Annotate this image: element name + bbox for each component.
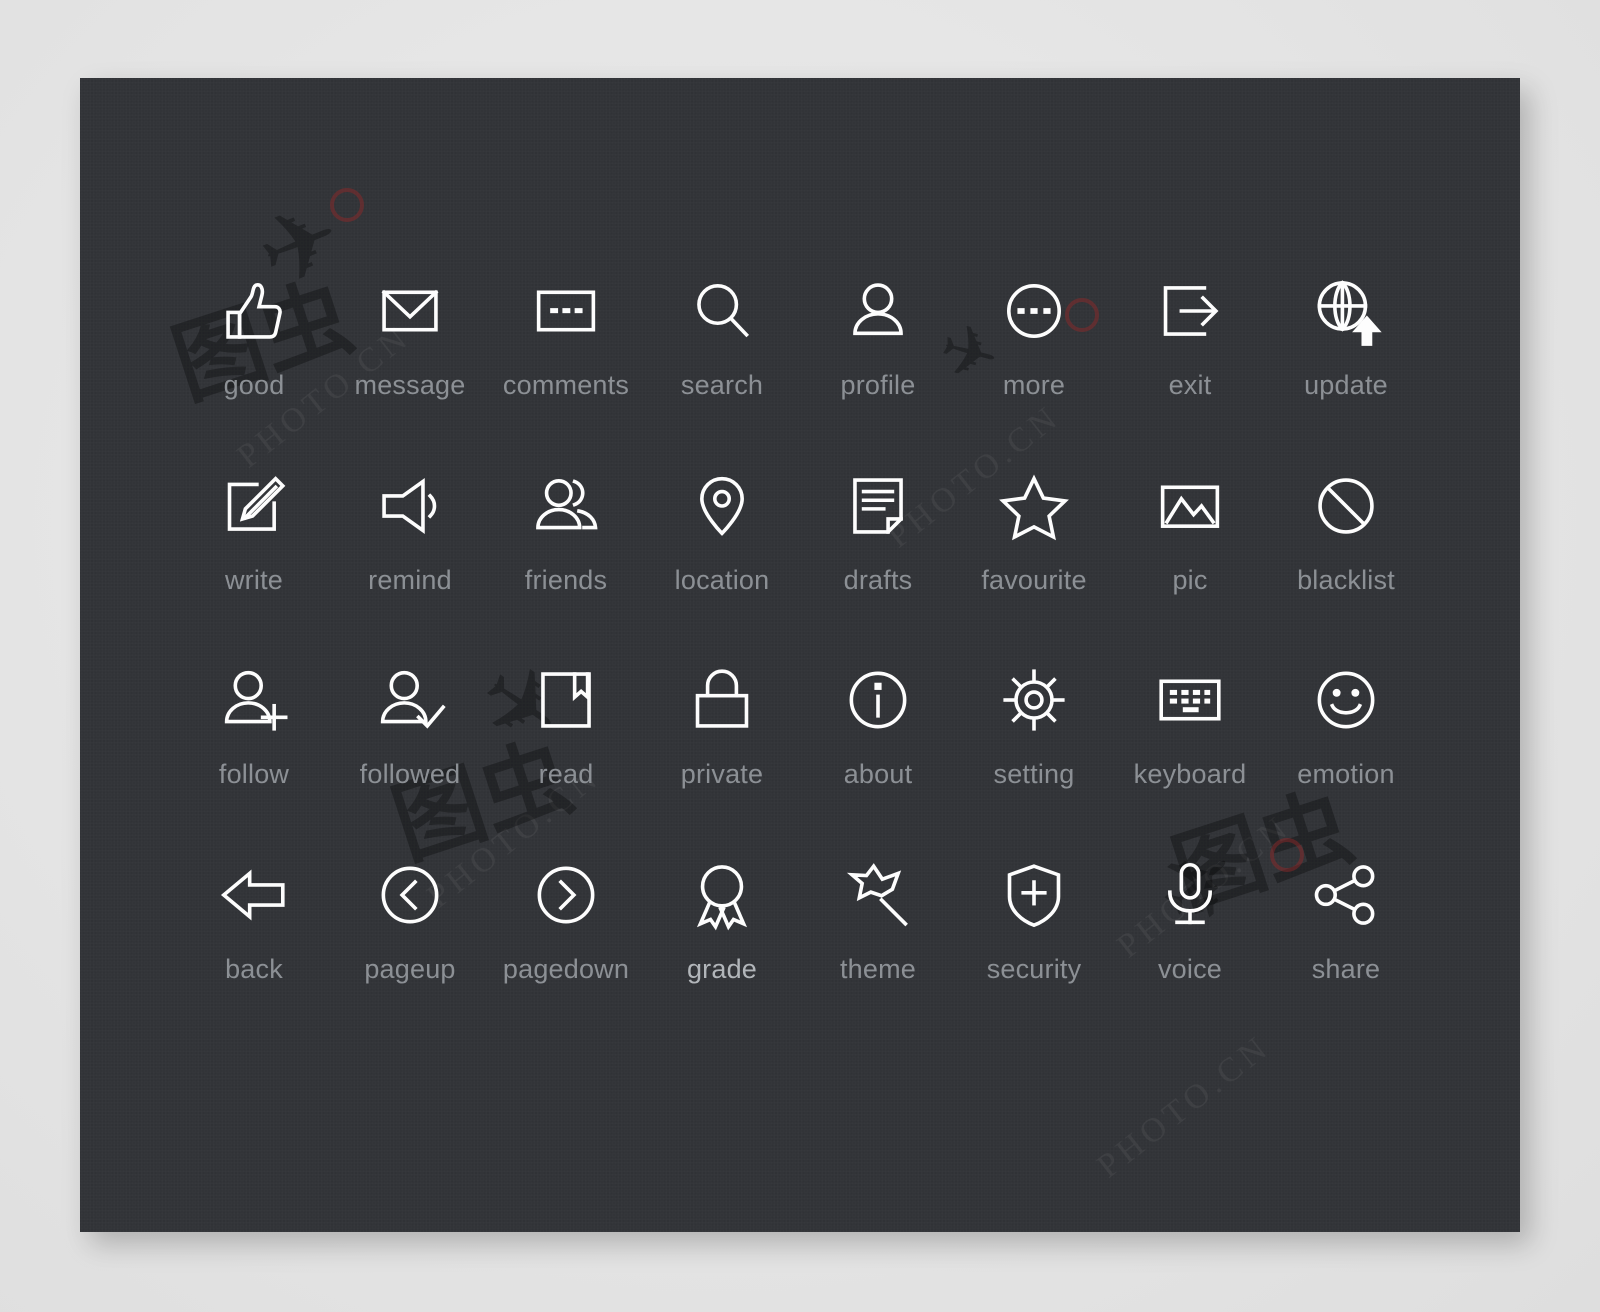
icon-cell-profile[interactable]: profile	[800, 274, 956, 469]
icon-cell-search[interactable]: search	[644, 274, 800, 469]
info-circle-icon[interactable]	[841, 663, 915, 737]
icon-label: good	[223, 370, 285, 400]
icon-label: pic	[1172, 564, 1208, 595]
icon-grid: good message comments search profile mor…	[80, 78, 1520, 1232]
icon-label: remind	[368, 564, 452, 595]
icon-cell-comments[interactable]: comments	[488, 274, 644, 469]
icon-cell-keyboard[interactable]: keyboard	[1112, 663, 1268, 858]
share-nodes-icon[interactable]	[1309, 858, 1383, 932]
lock-icon[interactable]	[685, 663, 759, 737]
chevron-left-circle-icon[interactable]	[373, 858, 447, 932]
award-ribbon-icon[interactable]	[685, 858, 759, 932]
icon-label: pagedown	[502, 953, 630, 984]
icon-cell-remind[interactable]: remind	[332, 469, 488, 664]
thumbs-up-icon[interactable]	[217, 274, 291, 348]
no-entry-icon[interactable]	[1309, 469, 1383, 543]
icon-cell-pagedown[interactable]: pagedown	[488, 858, 644, 1053]
keyboard-icon[interactable]	[1153, 663, 1227, 737]
icon-label: private	[680, 759, 764, 789]
icon-label: security	[986, 953, 1082, 984]
icon-label: comments	[502, 370, 630, 400]
user-icon[interactable]	[841, 274, 915, 348]
icon-label: drafts	[843, 564, 913, 595]
microphone-icon[interactable]	[1153, 858, 1227, 932]
smiley-icon[interactable]	[1309, 663, 1383, 737]
document-lines-icon[interactable]	[841, 469, 915, 543]
gear-icon[interactable]	[997, 663, 1071, 737]
icon-set-panel: PHOTO.CN PHOTO.CN PHOTO.CN PHOTO.CN PHOT…	[80, 78, 1520, 1232]
image-icon[interactable]	[1153, 469, 1227, 543]
icon-label: read	[538, 759, 594, 789]
icon-label: message	[354, 370, 466, 400]
shield-plus-icon[interactable]	[997, 858, 1071, 932]
icon-cell-good[interactable]: good	[176, 274, 332, 469]
icon-cell-drafts[interactable]: drafts	[800, 469, 956, 664]
icon-cell-security[interactable]: security	[956, 858, 1112, 1053]
back-arrow-icon[interactable]	[217, 858, 291, 932]
icon-cell-location[interactable]: location	[644, 469, 800, 664]
icon-label: pageup	[364, 953, 456, 984]
user-plus-icon[interactable]	[217, 663, 291, 737]
icon-label: share	[1311, 953, 1381, 984]
icon-cell-pageup[interactable]: pageup	[332, 858, 488, 1053]
icon-label: back	[225, 953, 283, 984]
icon-label: write	[224, 564, 283, 595]
icon-cell-more[interactable]: more	[956, 274, 1112, 469]
icon-label: voice	[1157, 953, 1223, 984]
icon-label: grade	[686, 953, 758, 984]
icon-cell-grade[interactable]: grade	[644, 858, 800, 1053]
icon-label: profile	[840, 370, 916, 400]
chevron-right-circle-icon[interactable]	[529, 858, 603, 932]
comment-box-icon[interactable]	[529, 274, 603, 348]
icon-cell-follow[interactable]: follow	[176, 663, 332, 858]
icon-cell-voice[interactable]: voice	[1112, 858, 1268, 1053]
icon-cell-followed[interactable]: followed	[332, 663, 488, 858]
icon-label: update	[1304, 370, 1388, 400]
icon-cell-update[interactable]: update	[1268, 274, 1424, 469]
magnifier-icon[interactable]	[685, 274, 759, 348]
icon-label: blacklist	[1297, 564, 1395, 595]
icon-cell-private[interactable]: private	[644, 663, 800, 858]
icon-label: location	[674, 564, 770, 595]
speaker-icon[interactable]	[373, 469, 447, 543]
icon-label: about	[843, 759, 913, 789]
icon-label: setting	[993, 759, 1075, 789]
book-bookmark-icon[interactable]	[529, 663, 603, 737]
icon-cell-exit[interactable]: exit	[1112, 274, 1268, 469]
icon-cell-setting[interactable]: setting	[956, 663, 1112, 858]
icon-cell-emotion[interactable]: emotion	[1268, 663, 1424, 858]
exit-arrow-icon[interactable]	[1153, 274, 1227, 348]
icon-label: theme	[839, 953, 917, 984]
icon-cell-blacklist[interactable]: blacklist	[1268, 469, 1424, 664]
icon-cell-theme[interactable]: theme	[800, 858, 956, 1053]
icon-label: exit	[1168, 370, 1212, 400]
icon-label: emotion	[1297, 759, 1395, 789]
ellipsis-circle-icon[interactable]	[997, 274, 1071, 348]
pencil-square-icon[interactable]	[217, 469, 291, 543]
icon-label: favourite	[981, 564, 1087, 595]
icon-cell-pic[interactable]: pic	[1112, 469, 1268, 664]
icon-cell-read[interactable]: read	[488, 663, 644, 858]
icon-cell-share[interactable]: share	[1268, 858, 1424, 1053]
icon-cell-favourite[interactable]: favourite	[956, 469, 1112, 664]
user-check-icon[interactable]	[373, 663, 447, 737]
star-icon[interactable]	[997, 469, 1071, 543]
icon-cell-friends[interactable]: friends	[488, 469, 644, 664]
magic-wand-star-icon[interactable]	[841, 858, 915, 932]
icon-label: follow	[218, 759, 290, 789]
icon-cell-about[interactable]: about	[800, 663, 956, 858]
icon-label: followed	[359, 759, 461, 789]
icon-label: keyboard	[1133, 759, 1247, 789]
globe-upload-icon[interactable]	[1309, 274, 1383, 348]
map-pin-icon[interactable]	[685, 469, 759, 543]
icon-label: search	[680, 370, 764, 400]
users-icon[interactable]	[529, 469, 603, 543]
icon-cell-message[interactable]: message	[332, 274, 488, 469]
envelope-icon[interactable]	[373, 274, 447, 348]
icon-label: more	[1002, 370, 1066, 400]
icon-cell-back[interactable]: back	[176, 858, 332, 1053]
icon-label: friends	[524, 564, 608, 595]
icon-cell-write[interactable]: write	[176, 469, 332, 664]
